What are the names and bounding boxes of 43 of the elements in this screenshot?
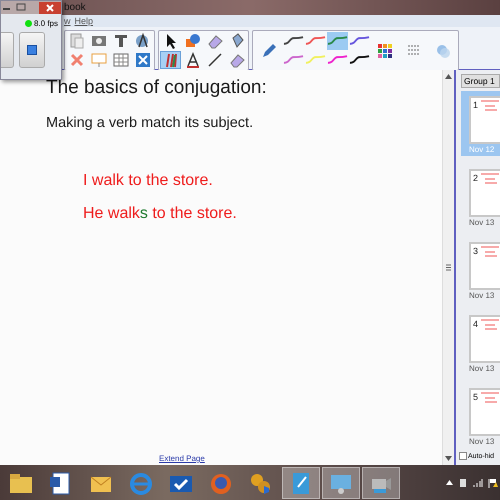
page-thumbnail-item[interactable]: 5 Nov 13	[461, 383, 500, 448]
close-icon	[46, 4, 54, 12]
page-date: Nov 12	[469, 145, 494, 154]
page-date: Nov 13	[469, 218, 494, 227]
frame-rate: 8.0 fps	[34, 19, 58, 28]
page-thumbnail-item[interactable]: 1 Nov 12	[461, 91, 500, 156]
slide-text: I walk to the store.	[82, 172, 214, 190]
page-date: Nov 13	[469, 364, 494, 373]
page-number: 1	[472, 99, 478, 110]
clipboard-icon	[68, 32, 86, 50]
color-grid-icon	[376, 42, 394, 60]
group-dropdown[interactable]: Group 1	[461, 74, 500, 88]
maximize-icon[interactable]	[15, 3, 27, 12]
page-thumbnail-item[interactable]: 4 Nov 13	[461, 310, 500, 375]
slide-text: The basics of conjugation:	[46, 77, 268, 99]
page-number: 4	[472, 318, 478, 329]
page-number: 5	[472, 391, 478, 402]
page-thumbnail-item[interactable]: 3 Nov 13	[461, 237, 500, 302]
page-thumbnail-item[interactable]: 2 Nov 13	[461, 164, 500, 229]
page-number: 2	[472, 172, 478, 183]
shapes-icon	[184, 32, 202, 50]
page-number: 3	[472, 245, 478, 256]
menu-item[interactable]: w	[64, 16, 70, 26]
page-date: Nov 13	[469, 437, 494, 446]
slide-text: He walks to the store.	[82, 205, 238, 223]
close-button[interactable]	[39, 2, 61, 14]
scroll-up-icon[interactable]	[445, 74, 452, 79]
grip-icon[interactable]	[446, 264, 451, 271]
extend-page-link[interactable]: Extend Page	[159, 454, 205, 463]
page-date: Nov 13	[469, 291, 494, 300]
menu-item[interactable]: Help	[74, 16, 94, 26]
window-title: book	[64, 2, 86, 13]
line-icon	[206, 51, 224, 69]
device-icon[interactable]	[458, 478, 468, 488]
scroll-down-icon[interactable]	[445, 456, 452, 461]
stop-icon	[27, 45, 37, 55]
scrollbar[interactable]	[442, 70, 456, 465]
signal-icon[interactable]	[473, 478, 483, 488]
stop-button[interactable]	[19, 32, 45, 68]
auto-hide-checkbox[interactable]	[459, 452, 467, 460]
tray-expand-icon[interactable]	[446, 480, 453, 485]
flag-icon[interactable]	[488, 478, 498, 488]
slide-text: Making a verb match its subject.	[46, 115, 254, 131]
